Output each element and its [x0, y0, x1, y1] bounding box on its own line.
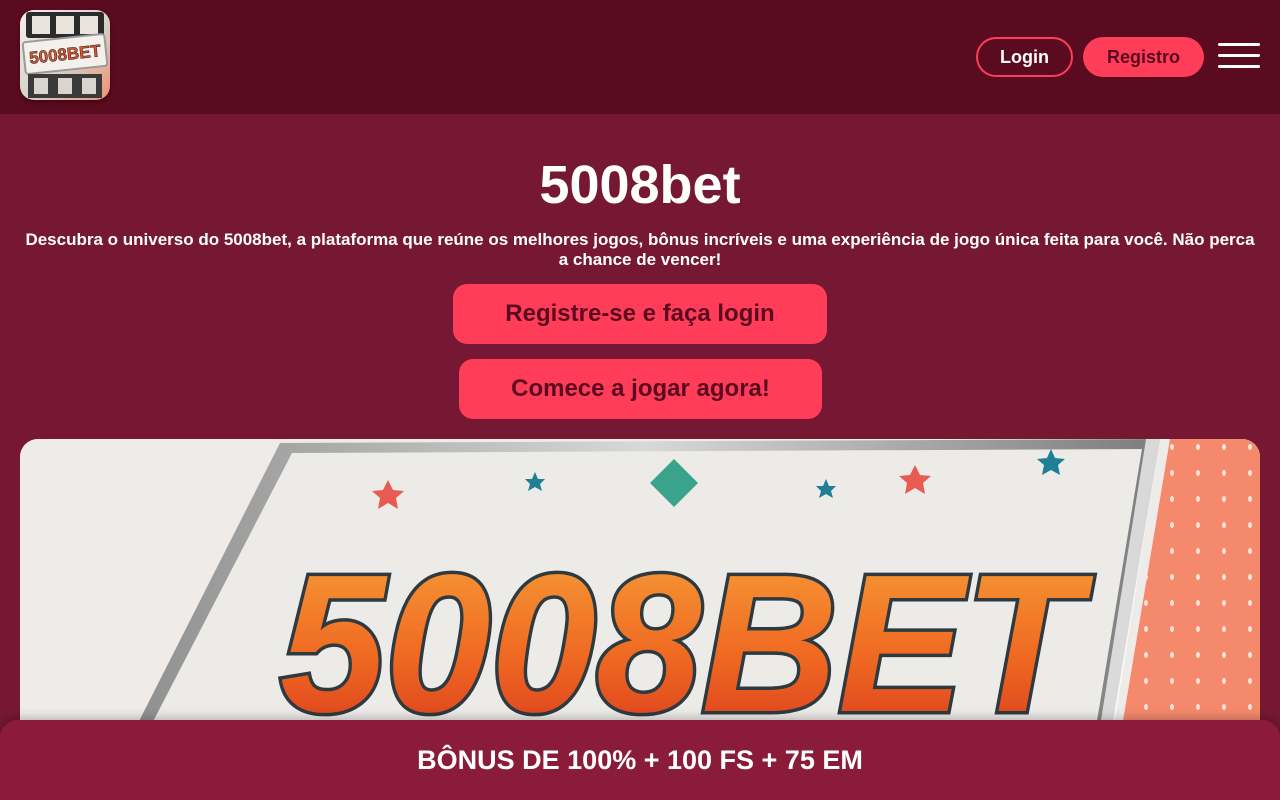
site-header: 5008BET Login Registro: [0, 0, 1280, 114]
site-logo[interactable]: 5008BET: [20, 10, 110, 100]
promo-banner[interactable]: 5008BET: [20, 439, 1260, 739]
slot-machine-logo-icon: 5008BET: [21, 12, 109, 98]
start-playing-button[interactable]: Comece a jogar agora!: [459, 359, 822, 419]
bonus-bar[interactable]: BÔNUS DE 100% + 100 FS + 75 EM: [0, 720, 1280, 800]
login-button[interactable]: Login: [976, 37, 1073, 77]
register-and-login-button[interactable]: Registre-se e faça login: [453, 284, 827, 344]
banner-logo-text: 5008BET: [280, 534, 1094, 739]
page-title: 5008bet: [539, 155, 741, 215]
hero-description: Descubra o universo do 5008bet, a plataf…: [25, 230, 1255, 269]
hamburger-menu-icon[interactable]: [1218, 43, 1260, 71]
banner-artwork: 5008BET: [20, 439, 1260, 739]
register-button[interactable]: Registro: [1083, 37, 1204, 77]
